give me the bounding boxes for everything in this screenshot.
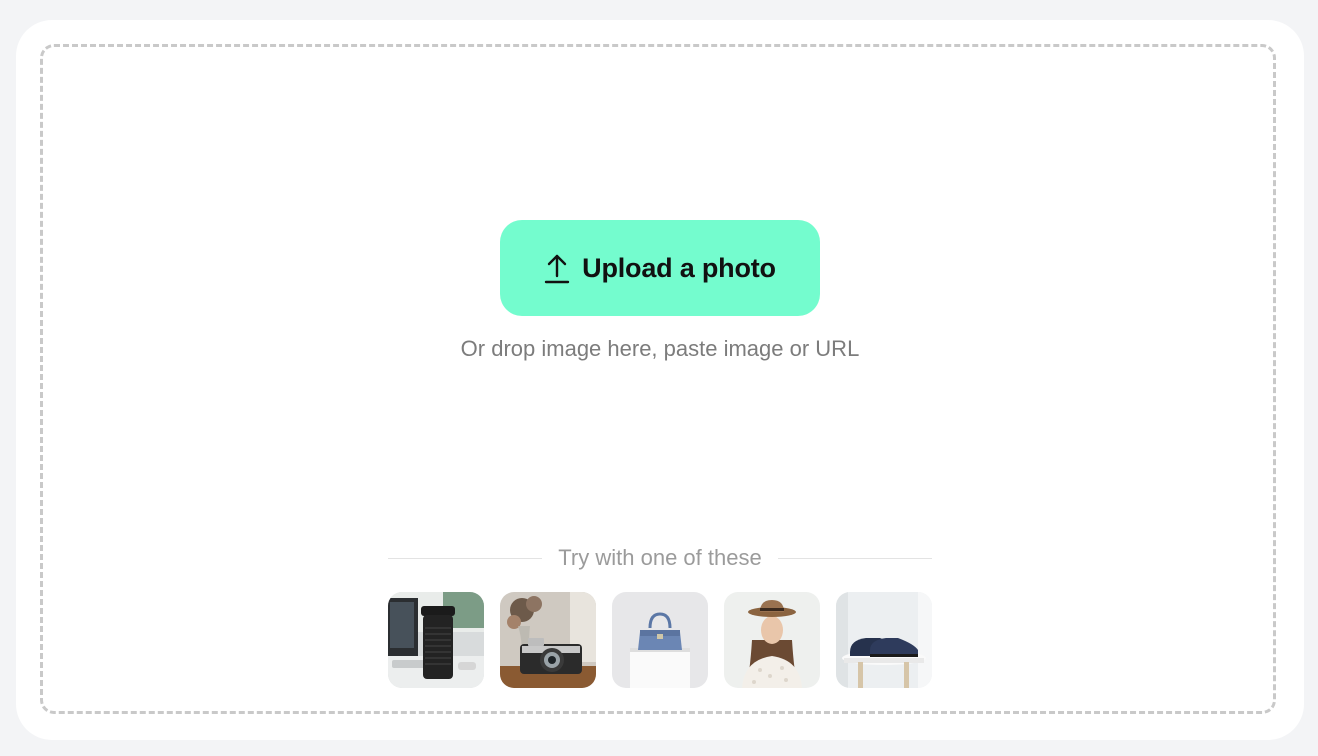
upload-button-label: Upload a photo <box>582 252 776 283</box>
drop-hint-text: Or drop image here, paste image or URL <box>460 336 860 361</box>
upload-arrow-icon <box>544 252 570 284</box>
sample-images <box>388 592 932 688</box>
sample-image-hat-portrait[interactable] <box>724 592 820 688</box>
divider-left <box>388 557 543 559</box>
divider-right <box>777 557 932 559</box>
sample-image-shoes[interactable] <box>836 592 932 688</box>
samples-heading: Try with one of these <box>558 545 762 570</box>
sample-image-camera[interactable] <box>500 592 596 688</box>
sample-image-mug[interactable] <box>388 592 484 688</box>
upload-card: Upload a photo Or drop image here, paste… <box>16 20 1304 740</box>
samples-heading-row: Try with one of these <box>388 544 932 572</box>
upload-photo-button[interactable]: Upload a photo <box>500 220 820 316</box>
sample-image-handbag[interactable] <box>612 592 708 688</box>
